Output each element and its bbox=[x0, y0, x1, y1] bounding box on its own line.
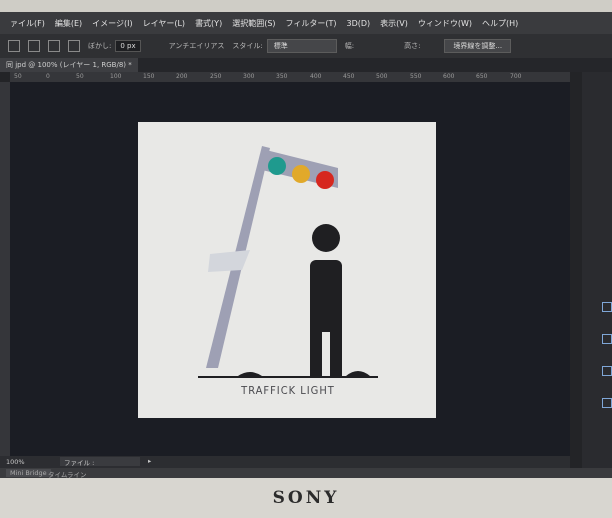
menu-layer[interactable]: レイヤー(L) bbox=[143, 18, 185, 29]
ruler-tick: 200 bbox=[176, 73, 188, 80]
marquee-add-selection-icon[interactable] bbox=[28, 40, 40, 52]
menu-image[interactable]: イメージ(I) bbox=[92, 18, 132, 29]
document-canvas[interactable]: TRAFFICK LIGHT bbox=[138, 122, 436, 418]
figure-head bbox=[312, 224, 340, 252]
marquee-subtract-selection-icon[interactable] bbox=[48, 40, 60, 52]
figure-body bbox=[310, 260, 342, 332]
antialias-checkbox[interactable]: アンチエイリアス bbox=[169, 41, 225, 51]
options-bar: ぼかし: 0 px アンチエイリアス スタイル: 標準 幅: 高さ: 境界線を調… bbox=[0, 34, 612, 58]
panel-collapsed-icon[interactable] bbox=[602, 334, 612, 344]
ruler-tick: 550 bbox=[410, 73, 422, 80]
style-select[interactable]: 標準 bbox=[266, 39, 337, 53]
ruler-tick: 400 bbox=[310, 73, 322, 80]
document-tab[interactable]: 同 jpd @ 100% (レイヤー 1, RGB/8) * bbox=[0, 58, 138, 72]
menu-filter[interactable]: フィルター(T) bbox=[286, 18, 337, 29]
right-panel-dock bbox=[582, 72, 612, 478]
ruler-tick: 50 bbox=[14, 73, 22, 80]
ruler-tick: 500 bbox=[376, 73, 388, 80]
figure-left-leg bbox=[310, 326, 322, 378]
tab-timeline[interactable]: タイムライン bbox=[48, 469, 87, 478]
status-bar: 100% ファイル : 732.4K/1.13M ▸ bbox=[0, 456, 570, 475]
zoom-level[interactable]: 100% bbox=[6, 458, 25, 466]
ruler-tick: 50 bbox=[76, 73, 84, 80]
red-light bbox=[316, 171, 334, 189]
ruler-tick: 150 bbox=[143, 73, 155, 80]
menu-3d[interactable]: 3D(D) bbox=[347, 19, 371, 28]
panel-collapsed-icon[interactable] bbox=[602, 366, 612, 376]
document-info: ファイル : 732.4K/1.13M bbox=[60, 457, 140, 475]
tab-mini-bridge[interactable]: Mini Bridge bbox=[6, 469, 51, 477]
menu-type[interactable]: 書式(Y) bbox=[195, 18, 222, 29]
menu-edit[interactable]: 編集(E) bbox=[55, 18, 82, 29]
ruler-tick: 0 bbox=[46, 73, 50, 80]
blur-label: ぼかし: bbox=[88, 42, 112, 50]
menu-view[interactable]: 表示(V) bbox=[380, 18, 408, 29]
marquee-new-selection-icon[interactable] bbox=[8, 40, 20, 52]
ruler-tick: 600 bbox=[443, 73, 455, 80]
ruler-tick: 250 bbox=[210, 73, 222, 80]
vertical-ruler bbox=[0, 82, 10, 462]
green-light bbox=[268, 157, 286, 175]
ruler-tick: 450 bbox=[343, 73, 355, 80]
panel-collapsed-icon[interactable] bbox=[602, 398, 612, 408]
ruler-tick: 650 bbox=[476, 73, 488, 80]
artwork-caption: TRAFFICK LIGHT bbox=[240, 384, 335, 397]
ruler-tick: 300 bbox=[243, 73, 255, 80]
refine-edge-button[interactable]: 境界線を調整... bbox=[444, 39, 512, 53]
figure-right-leg bbox=[330, 326, 342, 378]
status-menu-arrow-icon[interactable]: ▸ bbox=[148, 457, 151, 465]
menu-file[interactable]: ァイル(F) bbox=[10, 18, 45, 29]
menu-help[interactable]: ヘルプ(H) bbox=[482, 18, 518, 29]
bottom-panel-tabs: Mini Bridge タイムライン bbox=[0, 468, 612, 478]
style-label: スタイル: bbox=[232, 42, 263, 50]
marquee-intersect-selection-icon[interactable] bbox=[68, 40, 80, 52]
menu-bar: ァイル(F) 編集(E) イメージ(I) レイヤー(L) 書式(Y) 選択範囲(… bbox=[0, 12, 612, 34]
blur-input[interactable]: 0 px bbox=[115, 40, 141, 52]
ruler-tick: 700 bbox=[510, 73, 522, 80]
laptop-brand-logo: SONY bbox=[272, 488, 340, 508]
document-tab-bar: 同 jpd @ 100% (レイヤー 1, RGB/8) * bbox=[0, 58, 612, 72]
ruler-tick: 350 bbox=[276, 73, 288, 80]
height-label: 高さ: bbox=[404, 42, 421, 50]
yellow-light bbox=[292, 165, 310, 183]
horizontal-ruler: 50 0 50 100 150 200 250 300 350 400 450 … bbox=[10, 72, 570, 82]
menu-window[interactable]: ウィンドウ(W) bbox=[418, 18, 472, 29]
width-label: 幅: bbox=[344, 42, 355, 50]
menu-select[interactable]: 選択範囲(S) bbox=[232, 18, 275, 29]
traffic-light-artwork: TRAFFICK LIGHT bbox=[138, 122, 436, 418]
ruler-tick: 100 bbox=[110, 73, 122, 80]
ground-line bbox=[198, 376, 378, 378]
panel-collapsed-icon[interactable] bbox=[602, 302, 612, 312]
